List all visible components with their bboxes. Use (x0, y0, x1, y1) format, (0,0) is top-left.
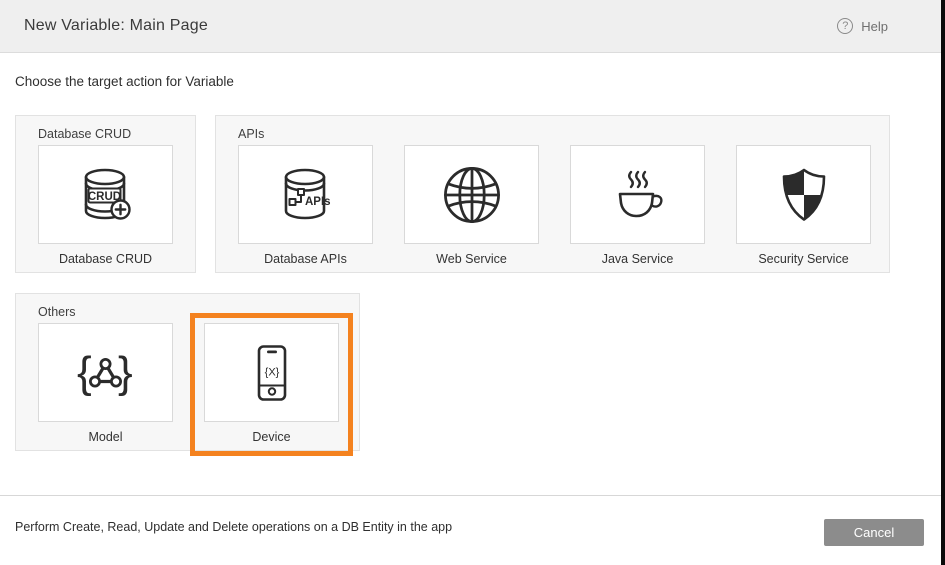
card-label: Device (204, 430, 339, 444)
cancel-button[interactable]: Cancel (824, 519, 924, 546)
card-label: Java Service (570, 252, 705, 266)
dialog-header: New Variable: Main Page ? Help (0, 0, 945, 53)
dialog-footer: Perform Create, Read, Update and Delete … (0, 495, 945, 565)
question-circle-icon: ? (837, 18, 853, 34)
card-label: Web Service (404, 252, 539, 266)
database-crud-icon: CRUD (74, 163, 138, 227)
group-apis: APIs APIs Database AP (215, 115, 890, 273)
group-title: Database CRUD (38, 127, 195, 141)
help-label: Help (861, 19, 888, 34)
card-label: Database CRUD (38, 252, 173, 266)
selected-card-highlight: {X} Device (190, 313, 353, 456)
group-database-crud: Database CRUD CRUD (15, 115, 196, 273)
new-variable-dialog: New Variable: Main Page ? Help Choose th… (0, 0, 945, 565)
card-security-service[interactable]: Security Service (736, 145, 871, 266)
card-database-apis[interactable]: APIs Database APIs (238, 145, 373, 266)
card-device[interactable]: {X} Device (204, 323, 339, 444)
apis-icon-text: APIs (305, 196, 331, 208)
card-web-service[interactable]: Web Service (404, 145, 539, 266)
model-icon: { } (74, 341, 138, 405)
help-button[interactable]: ? Help (837, 18, 921, 34)
device-icon-text: {X} (264, 366, 279, 378)
card-database-crud[interactable]: CRUD Database CRUD (38, 145, 173, 266)
groups-row-2: Others { } Model (15, 293, 945, 451)
page-title: New Variable: Main Page (24, 17, 208, 35)
card-model[interactable]: { } Model (38, 323, 173, 444)
web-service-icon (438, 161, 506, 229)
svg-text:}: } (118, 348, 133, 397)
choose-action-subtitle: Choose the target action for Variable (15, 74, 945, 89)
card-label: Database APIs (238, 252, 373, 266)
svg-text:{: { (77, 348, 92, 397)
screen-edge (941, 0, 945, 565)
card-label: Model (38, 430, 173, 444)
action-description: Perform Create, Read, Update and Delete … (15, 520, 452, 534)
card-label: Security Service (736, 252, 871, 266)
group-others: Others { } Model (15, 293, 360, 451)
device-icon: {X} (240, 341, 304, 405)
group-title: APIs (238, 127, 889, 141)
groups-row-1: Database CRUD CRUD (15, 115, 945, 273)
security-service-icon (772, 163, 836, 227)
card-java-service[interactable]: Java Service (570, 145, 705, 266)
database-apis-icon: APIs (274, 163, 338, 227)
java-service-icon (606, 163, 670, 227)
